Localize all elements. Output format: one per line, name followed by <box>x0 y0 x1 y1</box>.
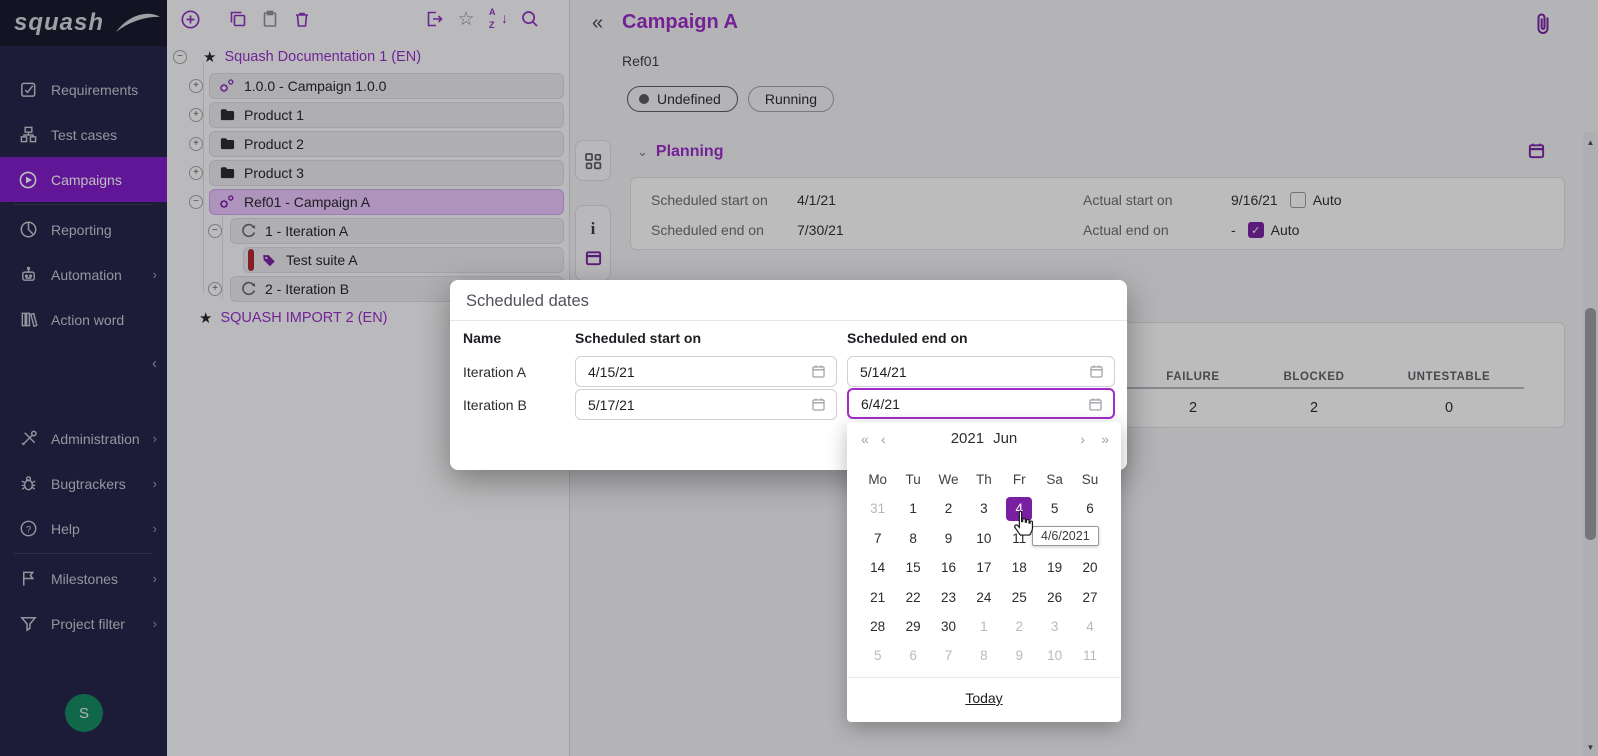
day-cell[interactable]: 18 <box>1002 556 1037 580</box>
today-link[interactable]: Today <box>965 690 1002 706</box>
day-cell[interactable]: 21 <box>860 586 895 610</box>
day-cell[interactable]: 3 <box>966 497 1001 521</box>
month-button[interactable]: Jun <box>993 430 1017 447</box>
day-cell[interactable]: 3 <box>1037 615 1072 639</box>
day-cell[interactable]: 9 <box>931 527 966 551</box>
day-cell[interactable]: 11 <box>1072 644 1107 668</box>
day-cell[interactable]: 16 <box>931 556 966 580</box>
day-cell[interactable]: 2 <box>1002 615 1037 639</box>
weekday-label: Th <box>966 468 1001 492</box>
day-cell[interactable]: 8 <box>895 527 930 551</box>
today-row: Today <box>847 690 1121 706</box>
day-cell[interactable]: 6 <box>1072 497 1107 521</box>
next-month-icon[interactable]: › <box>1080 431 1085 447</box>
column-header-name: Name <box>463 330 501 346</box>
weekday-label: Su <box>1072 468 1107 492</box>
day-cell[interactable]: 30 <box>931 615 966 639</box>
date-tooltip: 4/6/2021 <box>1032 526 1099 546</box>
calendar-icon[interactable] <box>1087 396 1104 413</box>
day-cell[interactable]: 4 <box>1072 615 1107 639</box>
day-cell[interactable]: 9 <box>1002 644 1037 668</box>
day-cell[interactable]: 22 <box>895 586 930 610</box>
calendar-grid: Mo Tu We Th Fr Sa Su 31 1 2 3 4 5 6 7 8 … <box>860 468 1108 668</box>
day-cell[interactable]: 5 <box>1037 497 1072 521</box>
calendar-icon[interactable] <box>810 363 827 380</box>
day-cell-selected[interactable]: 4 <box>1006 497 1032 521</box>
day-cell[interactable]: 7 <box>860 527 895 551</box>
datepicker-nav: « ‹ 2021Jun › » <box>847 428 1121 454</box>
datepicker-popup: « ‹ 2021Jun › » Mo Tu We Th Fr Sa Su 31 … <box>847 422 1121 722</box>
dialog-divider <box>450 320 1127 321</box>
day-cell[interactable]: 10 <box>966 527 1001 551</box>
day-cell[interactable]: 15 <box>895 556 930 580</box>
weekday-label: Tu <box>895 468 930 492</box>
end-date-input-iteration-b-focused[interactable]: 6/4/21 <box>847 388 1115 419</box>
app-window: squash Requirements Test cases Campaigns <box>0 0 1598 756</box>
day-cell[interactable]: 26 <box>1037 586 1072 610</box>
weekday-label: Fr <box>1002 468 1037 492</box>
row-name: Iteration A <box>463 364 526 380</box>
day-cell[interactable]: 1 <box>966 615 1001 639</box>
year-button[interactable]: 2021 <box>951 430 984 447</box>
day-cell[interactable]: 10 <box>1037 644 1072 668</box>
start-date-input-iteration-b[interactable]: 5/17/21 <box>575 389 837 420</box>
start-date-input-iteration-a[interactable]: 4/15/21 <box>575 356 837 387</box>
calendar-icon[interactable] <box>810 396 827 413</box>
column-header-end: Scheduled end on <box>847 330 968 346</box>
day-cell[interactable]: 8 <box>966 644 1001 668</box>
day-cell[interactable]: 25 <box>1002 586 1037 610</box>
day-cell[interactable]: 19 <box>1037 556 1072 580</box>
weekday-label: Mo <box>860 468 895 492</box>
day-cell[interactable]: 27 <box>1072 586 1107 610</box>
day-cell[interactable]: 29 <box>895 615 930 639</box>
weekday-label: Sa <box>1037 468 1072 492</box>
row-name: Iteration B <box>463 397 527 413</box>
day-cell[interactable]: 14 <box>860 556 895 580</box>
day-cell[interactable]: 5 <box>860 644 895 668</box>
next-year-icon[interactable]: » <box>1101 431 1109 447</box>
calendar-icon[interactable] <box>1088 363 1105 380</box>
datepicker-divider <box>847 677 1121 678</box>
day-cell[interactable]: 6 <box>895 644 930 668</box>
day-cell[interactable]: 7 <box>931 644 966 668</box>
day-cell[interactable]: 1 <box>895 497 930 521</box>
end-date-input-iteration-a[interactable]: 5/14/21 <box>847 356 1115 387</box>
day-cell[interactable]: 23 <box>931 586 966 610</box>
day-cell[interactable]: 31 <box>860 497 895 521</box>
day-cell[interactable]: 28 <box>860 615 895 639</box>
day-cell[interactable]: 24 <box>966 586 1001 610</box>
dialog-title: Scheduled dates <box>466 292 589 311</box>
day-cell[interactable]: 20 <box>1072 556 1107 580</box>
column-header-start: Scheduled start on <box>575 330 701 346</box>
day-cell[interactable]: 17 <box>966 556 1001 580</box>
day-cell[interactable]: 2 <box>931 497 966 521</box>
weekday-label: We <box>931 468 966 492</box>
